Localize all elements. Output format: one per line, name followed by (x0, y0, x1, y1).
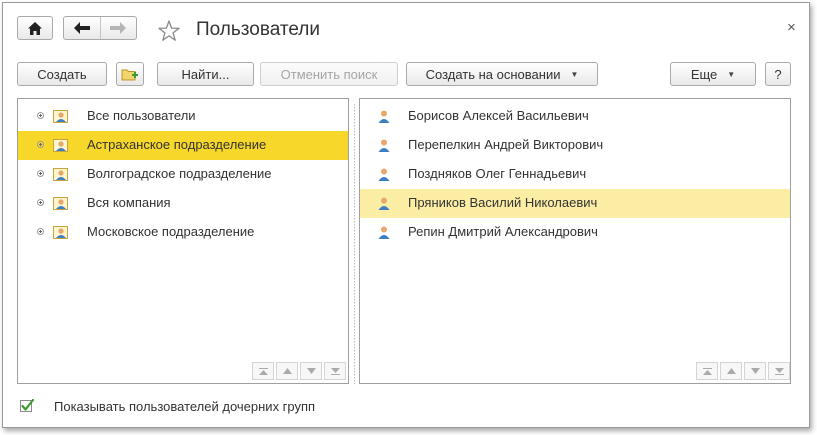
expand-icon[interactable] (37, 199, 44, 206)
list-item[interactable]: Репин Дмитрий Александрович (360, 218, 790, 247)
list-item-label: Пряников Василий Николаевич (408, 195, 598, 210)
list-item-label: Репин Дмитрий Александрович (408, 224, 598, 239)
arrow-right-icon (110, 22, 127, 34)
list-item[interactable]: Волгоградское подразделение (18, 160, 348, 189)
scroll-first-button[interactable] (696, 362, 718, 380)
close-icon[interactable]: × (787, 19, 796, 36)
help-button[interactable]: ? (765, 62, 791, 86)
find-button[interactable]: Найти... (157, 62, 254, 86)
create-folder-button[interactable] (116, 62, 144, 86)
expand-icon[interactable] (37, 141, 44, 148)
list-item-label: Перепелкин Андрей Викторович (408, 137, 604, 152)
more-label: Еще (690, 66, 718, 82)
scroll-up-icon (726, 368, 736, 374)
user-group-icon (53, 110, 68, 123)
cancel-search-button[interactable]: Отменить поиск (260, 62, 398, 86)
list-item[interactable]: Все пользователи (18, 102, 348, 131)
back-button[interactable] (64, 17, 101, 39)
user-icon (378, 110, 390, 123)
dropdown-arrow-icon: ▼ (570, 69, 579, 79)
list-item-label: Поздняков Олег Геннадьевич (408, 166, 587, 181)
list-item[interactable]: Перепелкин Андрей Викторович (360, 131, 790, 160)
expand-icon[interactable] (37, 228, 44, 235)
scroll-last-button[interactable] (768, 362, 790, 380)
scroll-last-icon (330, 367, 340, 375)
show-child-groups-label[interactable]: Показывать пользователей дочерних групп (54, 399, 315, 414)
list-item[interactable]: Поздняков Олег Геннадьевич (360, 160, 790, 189)
scroll-last-button[interactable] (324, 362, 346, 380)
user-icon (378, 139, 390, 152)
scroll-first-button[interactable] (252, 362, 274, 380)
user-icon (378, 197, 390, 210)
scroll-up-icon (282, 368, 292, 374)
show-child-groups-checkbox[interactable] (20, 399, 34, 413)
user-group-icon (53, 168, 68, 181)
list-item[interactable]: Вся компания (18, 189, 348, 218)
list-item[interactable]: Астраханское подразделение (18, 131, 348, 160)
scroll-down-button[interactable] (300, 362, 322, 380)
home-button[interactable] (17, 16, 53, 40)
list-item[interactable]: Пряников Василий Николаевич (360, 189, 790, 218)
scroll-down-icon (306, 368, 316, 374)
folder-add-icon (121, 69, 138, 80)
users-list[interactable]: Борисов Алексей Васильевич Перепелкин Ан… (359, 98, 791, 384)
scroll-down-button[interactable] (744, 362, 766, 380)
home-icon (28, 21, 42, 35)
scroll-first-icon (702, 367, 712, 375)
users-window: Пользователи × Создать Найти... Отменить… (2, 2, 810, 428)
groups-list[interactable]: Все пользователи Астраханское подразделе… (17, 98, 349, 384)
expand-icon[interactable] (37, 112, 44, 119)
arrow-left-icon (73, 22, 90, 34)
dropdown-arrow-icon: ▼ (727, 69, 736, 79)
user-group-icon (53, 226, 68, 239)
list-item-label: Борисов Алексей Васильевич (408, 108, 589, 123)
user-group-icon (53, 139, 68, 152)
list-item-label: Московское подразделение (87, 224, 255, 239)
groups-scroll-controls (252, 362, 346, 380)
user-icon (378, 168, 390, 181)
scroll-down-icon (750, 368, 760, 374)
page-title: Пользователи (196, 19, 321, 40)
scroll-last-icon (774, 367, 784, 375)
list-item-label: Волгоградское подразделение (87, 166, 272, 181)
create-based-on-label: Создать на основании (425, 66, 561, 82)
user-icon (378, 226, 390, 239)
create-button[interactable]: Создать (17, 62, 107, 86)
scroll-up-button[interactable] (720, 362, 742, 380)
users-scroll-controls (696, 362, 790, 380)
nav-buttons-group (63, 16, 137, 40)
forward-button[interactable] (101, 17, 137, 39)
list-item-label: Астраханское подразделение (87, 137, 267, 152)
scroll-up-button[interactable] (276, 362, 298, 380)
more-button[interactable]: Еще ▼ (670, 62, 756, 86)
scroll-first-icon (258, 367, 268, 375)
user-group-icon (53, 197, 68, 210)
panel-splitter[interactable] (354, 104, 355, 384)
create-based-on-button[interactable]: Создать на основании ▼ (406, 62, 598, 86)
star-icon[interactable] (157, 19, 181, 43)
list-item[interactable]: Борисов Алексей Васильевич (360, 102, 790, 131)
list-item-label: Вся компания (87, 195, 171, 210)
list-item-label: Все пользователи (87, 108, 196, 123)
list-item[interactable]: Московское подразделение (18, 218, 348, 247)
expand-icon[interactable] (37, 170, 44, 177)
